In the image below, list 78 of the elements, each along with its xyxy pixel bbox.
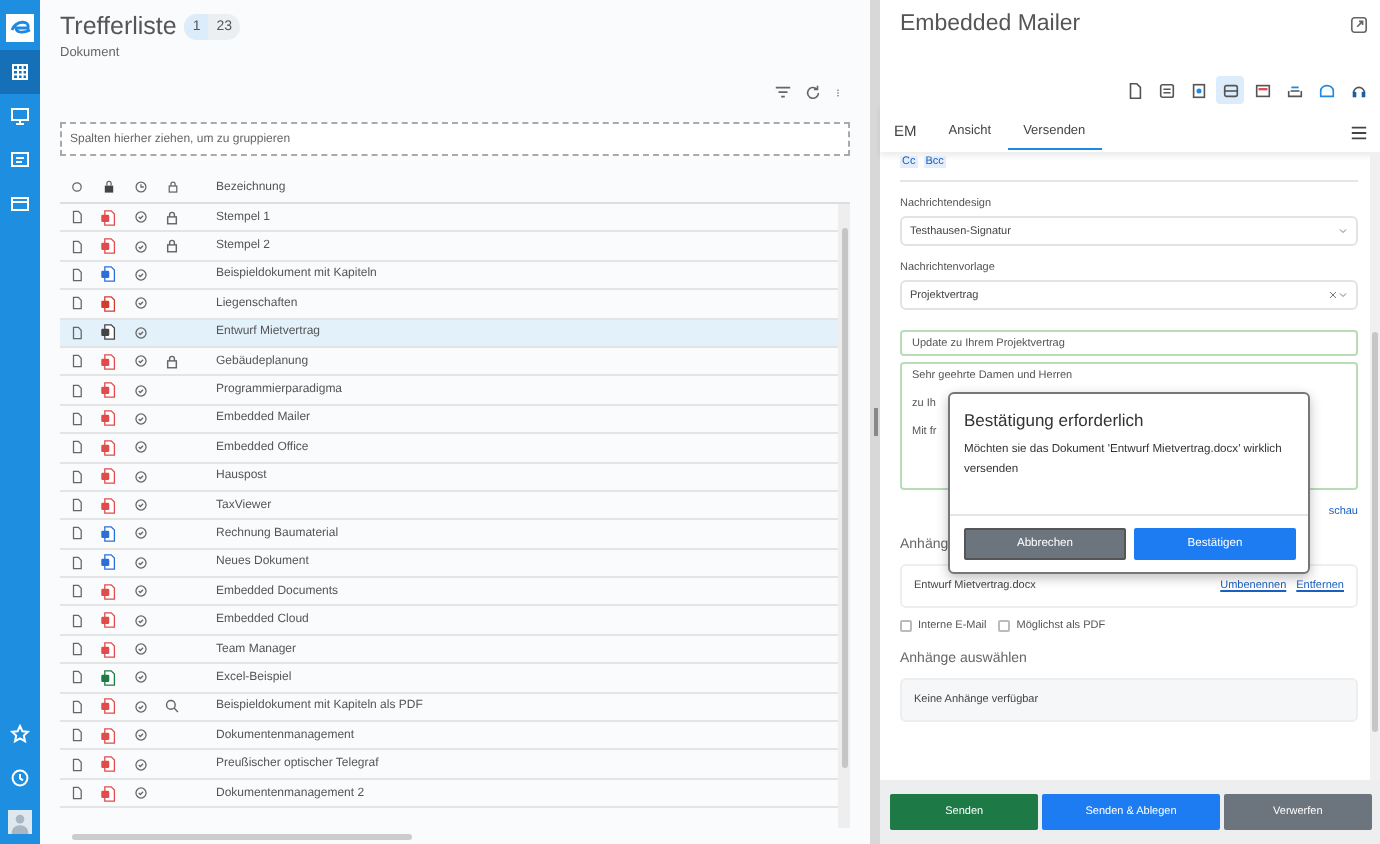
pdf-file-icon bbox=[100, 382, 116, 399]
check-circle-icon bbox=[133, 555, 147, 570]
toolbar-button[interactable] bbox=[1216, 76, 1244, 104]
pdf-file-icon bbox=[100, 756, 116, 773]
filter-icon[interactable] bbox=[774, 84, 792, 102]
check-circle-icon bbox=[133, 613, 147, 628]
clear-icon bbox=[1328, 290, 1338, 300]
lock-icon bbox=[164, 238, 180, 255]
check-circle-icon bbox=[133, 383, 147, 398]
pdf-file-icon bbox=[100, 698, 116, 715]
lock-icon bbox=[164, 353, 180, 370]
pdf-file-icon bbox=[100, 468, 116, 485]
check-circle-icon bbox=[133, 498, 147, 513]
check-circle-icon bbox=[133, 757, 147, 772]
word-file-icon bbox=[100, 554, 116, 571]
check-circle-icon bbox=[133, 267, 147, 282]
pdf-file-icon bbox=[100, 410, 116, 427]
vertical-scrollbar[interactable] bbox=[1370, 152, 1380, 780]
check-circle-icon bbox=[133, 584, 147, 599]
inbox-icon bbox=[1253, 81, 1271, 99]
panel-title: Embedded Mailer bbox=[900, 12, 1081, 36]
monitor-icon bbox=[10, 106, 30, 126]
check-circle-icon bbox=[133, 699, 147, 714]
headset-icon bbox=[1349, 81, 1367, 99]
page-title: Trefferliste bbox=[60, 12, 177, 40]
caret-icon bbox=[1338, 290, 1348, 300]
pdf-file-icon bbox=[100, 238, 116, 255]
lock-status-icon bbox=[101, 180, 115, 194]
card-icon bbox=[10, 194, 30, 214]
pdf-file-icon bbox=[100, 641, 116, 658]
lock-icon bbox=[164, 209, 180, 226]
grid-icon bbox=[10, 62, 30, 82]
star-icon[interactable] bbox=[10, 724, 30, 744]
checkbox[interactable] bbox=[900, 620, 912, 632]
pdf-file-icon bbox=[100, 497, 116, 514]
popout-icon[interactable] bbox=[1350, 15, 1368, 33]
check-circle-icon bbox=[133, 325, 147, 340]
check-circle-icon bbox=[133, 210, 147, 225]
check-circle-icon bbox=[133, 786, 147, 800]
pdf-file-icon bbox=[100, 785, 116, 801]
check-circle-icon bbox=[133, 642, 147, 657]
dialog-title: Bestätigung erforderlich bbox=[962, 408, 1146, 430]
caret-icon bbox=[1338, 226, 1348, 236]
document-icon bbox=[1125, 81, 1143, 99]
check-circle-icon bbox=[133, 526, 147, 541]
presentation-file-icon bbox=[100, 295, 116, 312]
history-icon[interactable] bbox=[10, 768, 30, 788]
checkbox[interactable] bbox=[998, 620, 1011, 632]
refresh-icon[interactable] bbox=[804, 84, 822, 102]
pdf-file-icon bbox=[100, 727, 116, 744]
check-circle-icon bbox=[133, 354, 147, 369]
check-circle-icon bbox=[133, 411, 147, 426]
mail-file-icon bbox=[100, 324, 116, 341]
check-circle-icon bbox=[133, 670, 147, 685]
vertical-scrollbar[interactable] bbox=[838, 204, 850, 828]
word-file-icon bbox=[100, 266, 116, 283]
menu-icon[interactable] bbox=[1350, 124, 1368, 142]
check-circle-icon bbox=[133, 728, 147, 743]
app-logo bbox=[6, 14, 34, 42]
clock-icon bbox=[133, 180, 147, 194]
pdf-file-icon bbox=[100, 353, 116, 370]
word-file-icon bbox=[100, 525, 116, 542]
pdf-file-icon bbox=[100, 439, 116, 456]
list-icon bbox=[1157, 81, 1175, 99]
tray-icon bbox=[1285, 81, 1303, 99]
pdf-file-icon bbox=[100, 209, 116, 226]
check-circle-icon bbox=[133, 296, 147, 311]
spreadsheet-file-icon bbox=[100, 669, 116, 686]
message-icon bbox=[10, 150, 30, 170]
mail-icon bbox=[1221, 81, 1239, 99]
check-circle-icon bbox=[133, 440, 147, 455]
sidebar-item[interactable] bbox=[0, 50, 40, 94]
pdf-file-icon bbox=[100, 612, 116, 629]
check-circle-icon bbox=[133, 239, 147, 254]
lock-icon bbox=[165, 180, 179, 194]
search-icon bbox=[164, 698, 180, 715]
check-circle-icon bbox=[133, 469, 147, 484]
pdf-file-icon bbox=[100, 583, 116, 600]
